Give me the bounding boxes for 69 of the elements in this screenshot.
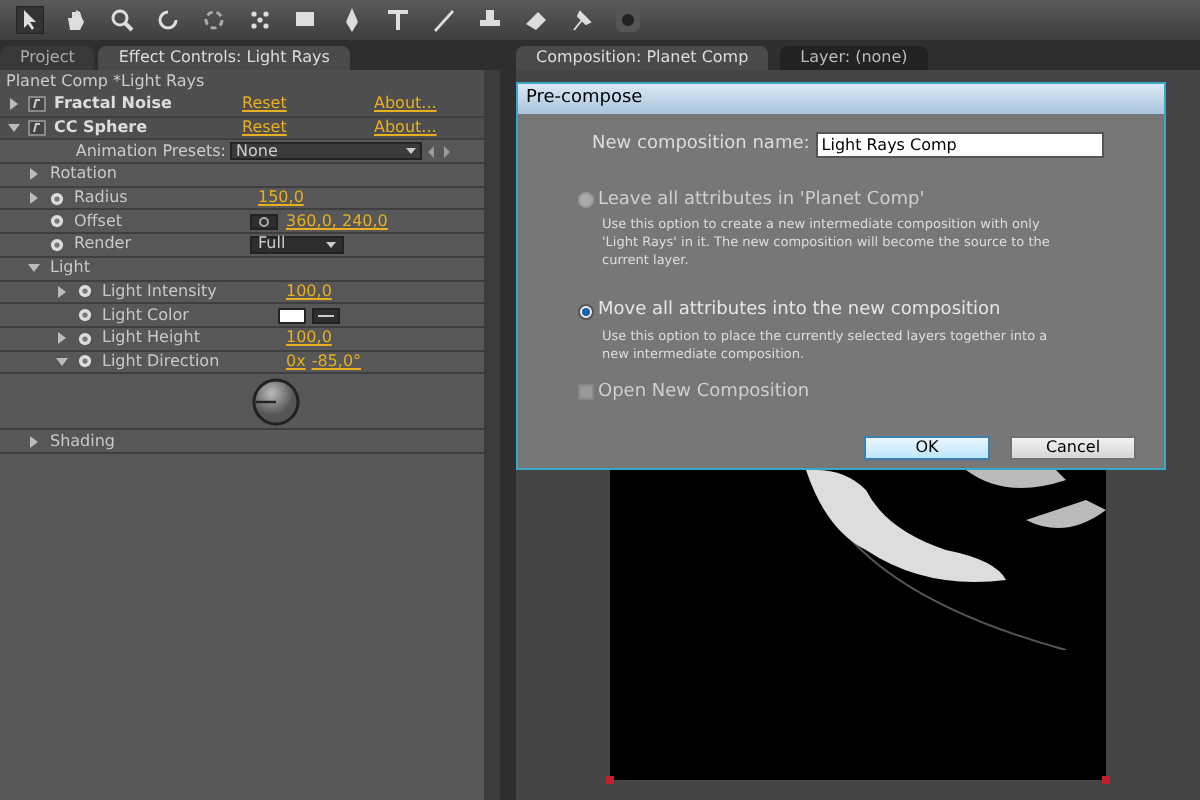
name-label: New composition name: <box>592 132 810 158</box>
puppet-pin-tool-icon[interactable] <box>568 6 596 34</box>
twirl-right-icon[interactable] <box>28 192 40 205</box>
option-label: Leave all attributes in 'Planet Comp' <box>598 187 925 213</box>
twirl-right-icon[interactable] <box>56 285 68 298</box>
caret-icon <box>406 148 416 155</box>
property-label: Render <box>74 232 131 257</box>
checkbox-label: Open New Composition <box>598 379 810 405</box>
property-label: Light <box>50 256 90 281</box>
reset-link[interactable]: Reset <box>242 116 366 141</box>
dialog-button[interactable]: OK <box>864 436 990 460</box>
text-tool-icon[interactable] <box>384 6 412 34</box>
pointer-tool-icon[interactable] <box>16 6 44 34</box>
presets-dropdown[interactable]: None <box>230 142 422 161</box>
name-input-field[interactable]: Light Rays Comp <box>815 132 1104 159</box>
orbit-tool-icon[interactable] <box>200 6 228 34</box>
eyedropper-icon[interactable] <box>312 307 340 324</box>
panel-tab[interactable]: Composition: Planet Comp <box>516 46 769 70</box>
panel-tab[interactable]: Effect Controls: Light Rays <box>98 46 350 70</box>
option-label: Move all attributes into the new composition <box>598 298 1001 324</box>
twirl-down-icon[interactable] <box>8 122 20 135</box>
presets-label: Animation Presets: <box>73 139 228 164</box>
render-dropdown[interactable]: Full <box>250 235 344 254</box>
angle-value[interactable]: -85,0° <box>311 349 362 374</box>
zoom-tool-icon[interactable] <box>108 6 136 34</box>
twirl-right-icon[interactable] <box>8 98 20 111</box>
rotate-tool-icon[interactable] <box>154 6 182 34</box>
hand-tool-icon[interactable] <box>62 6 90 34</box>
panel-tab[interactable]: Project <box>0 46 95 70</box>
twirl-down-icon[interactable] <box>56 355 68 368</box>
pan-tool-icon[interactable] <box>246 6 274 34</box>
property-value[interactable]: 150,0 <box>258 186 304 211</box>
prev-next-arrows-icon[interactable] <box>428 145 450 158</box>
property-label: Rotation <box>50 162 117 187</box>
dialog-title: Pre-compose <box>518 84 1164 114</box>
point-value[interactable]: 360,0, 240,0 <box>286 209 388 234</box>
corner-handle[interactable] <box>1102 776 1110 784</box>
fx-icon[interactable] <box>28 96 46 113</box>
radio-button[interactable] <box>578 303 594 320</box>
effect-name: Fractal Noise <box>54 92 174 117</box>
corner-handle[interactable] <box>606 776 614 784</box>
property-label: Offset <box>74 209 123 234</box>
twirl-right-icon[interactable] <box>56 332 68 345</box>
fx-icon[interactable] <box>28 120 46 137</box>
about-link[interactable]: About... <box>374 92 437 117</box>
effect-name: CC Sphere <box>54 116 150 141</box>
property-value[interactable]: 100,0 <box>286 326 332 351</box>
twirl-down-icon[interactable] <box>28 262 40 275</box>
twirl-right-icon[interactable] <box>28 435 40 448</box>
breadcrumb: Planet Comp *Light Rays <box>0 70 484 94</box>
property-label: Light Intensity <box>102 279 217 304</box>
about-link[interactable]: About... <box>374 116 437 141</box>
eraser-tool-icon[interactable] <box>522 6 550 34</box>
caret-icon <box>326 241 336 248</box>
property-label: Shading <box>50 429 115 454</box>
twirl-right-icon[interactable] <box>28 168 40 181</box>
property-label: Radius <box>74 186 128 211</box>
brush-tool-icon[interactable] <box>430 6 458 34</box>
property-label: Light Direction <box>102 349 220 374</box>
property-label: Light Color <box>102 303 189 328</box>
color-swatch[interactable] <box>278 307 306 324</box>
angle-dial-icon[interactable] <box>252 377 300 426</box>
property-label: Light Height <box>102 326 200 351</box>
reset-link[interactable]: Reset <box>242 92 366 117</box>
panel-tab[interactable]: Layer: (none) <box>780 46 928 70</box>
crosshair-icon[interactable] <box>250 213 278 230</box>
dialog-button[interactable]: Cancel <box>1010 436 1136 460</box>
revolution-value[interactable]: 0x <box>286 349 306 374</box>
property-value[interactable]: 100,0 <box>286 279 332 304</box>
